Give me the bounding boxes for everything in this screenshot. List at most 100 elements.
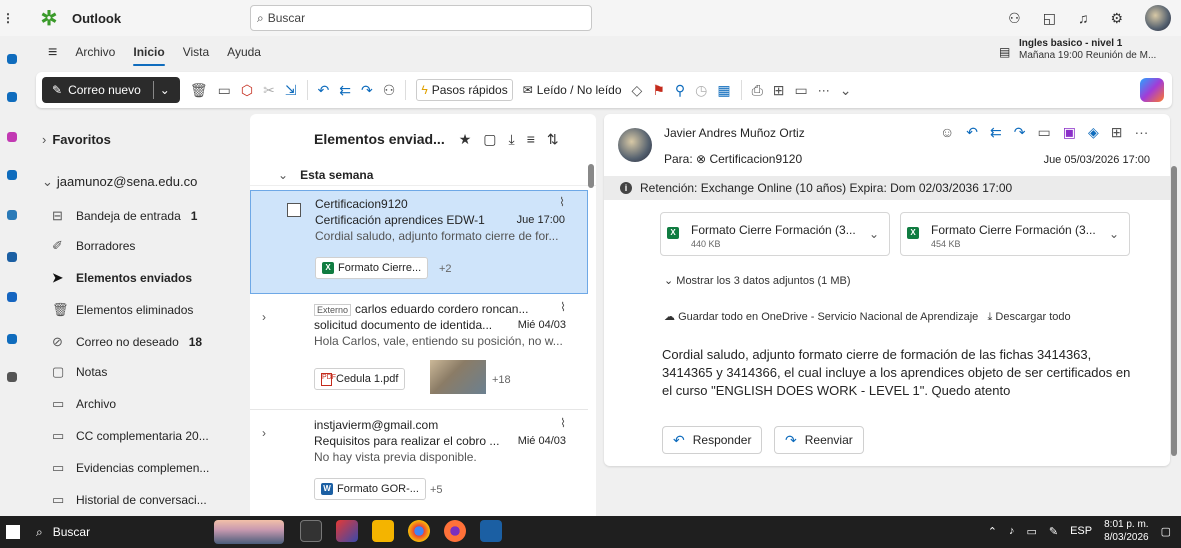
files-app-icon[interactable]	[7, 292, 17, 302]
print-icon[interactable]: ⎙	[752, 82, 763, 99]
reply-all-icon[interactable]: ⇇	[990, 124, 1002, 141]
folder-archive[interactable]: ▭ Archivo	[52, 390, 238, 418]
rules-icon[interactable]: ▦	[717, 82, 730, 99]
org-app-icon[interactable]	[7, 334, 17, 344]
loop-icon[interactable]: ◈	[1088, 124, 1099, 141]
bell-icon[interactable]: ♫	[1078, 10, 1089, 26]
notifications-icon[interactable]: ▢	[1161, 525, 1171, 538]
report-icon[interactable]: ⬡	[241, 82, 253, 99]
volume-icon[interactable]: ♪	[1009, 525, 1015, 537]
chevron-down-icon[interactable]: ⌄	[160, 83, 170, 97]
forward-icon[interactable]: ↷	[1014, 124, 1026, 141]
task-view-icon[interactable]	[300, 520, 322, 542]
account-header[interactable]: ⌄ jaamunoz@sena.edu.co	[42, 174, 197, 190]
taskbar-search[interactable]: ⌕ Buscar	[36, 520, 286, 544]
todo-app-icon[interactable]	[7, 170, 17, 180]
more-options-icon[interactable]: ···	[1134, 124, 1148, 141]
list-item[interactable]: Certificacion9120 ⌇ Certificación aprend…	[250, 190, 588, 294]
hamburger-icon[interactable]: ≡	[48, 44, 57, 62]
group-header[interactable]: ⌄ Esta semana	[250, 164, 596, 186]
move-icon[interactable]: ⇲	[285, 82, 297, 99]
save-onedrive-link[interactable]: Guardar todo en OneDrive - Servicio Naci…	[678, 311, 978, 323]
delete-icon[interactable]: 🗑	[190, 82, 208, 99]
chevron-right-icon[interactable]: ›	[262, 310, 266, 324]
reading-scrollbar[interactable]	[1171, 166, 1177, 456]
onenote-icon[interactable]: ▣	[1063, 124, 1076, 141]
language-indicator[interactable]: ESP	[1070, 525, 1092, 537]
onedrive-app-icon[interactable]	[7, 210, 17, 220]
reply-all-icon[interactable]: ⇇	[339, 82, 351, 99]
folder-sent[interactable]: ➤ Elementos enviados	[52, 264, 238, 292]
chevron-down-icon[interactable]: ⌄	[869, 227, 879, 241]
snooze-icon[interactable]: ◷	[695, 82, 707, 99]
folder-evidencias[interactable]: ▭ Evidencias complemen...	[52, 454, 238, 482]
reply-icon[interactable]: ↶	[318, 82, 330, 99]
attachment-chip[interactable]: PDF Cedula 1.pdf	[314, 368, 406, 390]
more-attachments[interactable]: +2	[439, 263, 452, 275]
star-icon[interactable]: ★	[459, 131, 472, 148]
windows-start-icon[interactable]	[6, 525, 20, 539]
pin-icon[interactable]: ⚲	[675, 82, 685, 99]
folder-notes[interactable]: ▢ Notas	[52, 358, 238, 386]
new-mail-button[interactable]: ✎ Correo nuevo ⌄	[42, 77, 180, 103]
tag-icon[interactable]: ◇	[632, 82, 643, 99]
forward-icon[interactable]: ↷	[361, 82, 373, 99]
folder-cc[interactable]: ▭ CC complementaria 20...	[52, 422, 238, 450]
flag-icon[interactable]: ⚑	[652, 82, 665, 99]
tab-inicio[interactable]: Inicio	[133, 45, 166, 66]
more-attachments[interactable]: +5	[430, 484, 443, 496]
archive-icon[interactable]: ▭	[218, 82, 231, 99]
tab-vista[interactable]: Vista	[183, 45, 209, 61]
copilot-icon[interactable]	[1140, 78, 1164, 102]
firefox-icon[interactable]	[444, 520, 466, 542]
chevron-down-icon[interactable]: ⌄	[1109, 227, 1119, 241]
read-unread-button[interactable]: ✉ Leído / No leído	[523, 83, 622, 97]
chevron-up-icon[interactable]: ⌃	[988, 525, 997, 538]
profile-avatar[interactable]	[1145, 5, 1171, 31]
battery-icon[interactable]: ▭	[1026, 525, 1036, 538]
collapse-icon[interactable]: ⌄	[840, 82, 852, 99]
forward-button[interactable]: ↷ Reenviar	[774, 426, 864, 454]
pen-icon[interactable]: ✎	[1049, 525, 1058, 538]
select-checkbox[interactable]	[287, 203, 301, 217]
search-input[interactable]: ⌕ Buscar	[250, 5, 592, 31]
people-app-icon[interactable]	[7, 132, 17, 142]
chrome-icon[interactable]	[408, 520, 430, 542]
more-attachments[interactable]: +18	[492, 374, 511, 386]
attachment-chip[interactable]: W Formato GOR-...	[314, 478, 426, 500]
immersive-icon[interactable]: ▭	[795, 82, 808, 99]
meeting-reminder[interactable]: ▤ Ingles basico - nivel 1 Mañana 19:00 R…	[999, 38, 1171, 62]
sender-avatar[interactable]	[618, 128, 652, 162]
tab-ayuda[interactable]: Ayuda	[227, 45, 261, 61]
favorites-header[interactable]: › Favoritos	[42, 132, 111, 147]
gear-icon[interactable]: ⚙	[1110, 10, 1123, 27]
show-attachments-link[interactable]: ⌄ Mostrar los 3 datos adjuntos (1 MB)	[664, 274, 851, 287]
select-icon[interactable]: ▢	[483, 131, 496, 148]
more-options-button[interactable]: ···	[818, 83, 830, 97]
sort-icon[interactable]: ⇅	[547, 131, 559, 148]
feedback-icon[interactable]: ◱	[1043, 10, 1056, 27]
sweep-icon[interactable]: ✂	[263, 82, 275, 99]
mail-app-icon[interactable]	[7, 54, 17, 64]
quick-steps-button[interactable]: ϟ Pasos rápidos	[416, 79, 513, 101]
filter-icon[interactable]: ≡	[527, 131, 535, 148]
reply-icon[interactable]: ↶	[966, 124, 978, 141]
image-thumbnail[interactable]	[430, 360, 486, 394]
sender-name[interactable]: Javier Andres Muñoz Ortiz	[664, 126, 805, 140]
tab-archivo[interactable]: Archivo	[75, 45, 115, 61]
recipient-name[interactable]: Certificacion9120	[709, 152, 802, 166]
teams-share-icon[interactable]: ▭	[1038, 124, 1051, 141]
file-explorer-icon[interactable]	[372, 520, 394, 542]
reply-button[interactable]: ↶ Responder	[662, 426, 763, 454]
scrollbar-thumb[interactable]	[588, 164, 594, 188]
list-item[interactable]: › instjavierm@gmail.com ⌇ Requisitos par…	[250, 412, 588, 516]
teams-icon[interactable]: ⚇	[1008, 10, 1021, 27]
apps-icon[interactable]: ⊞	[1111, 124, 1123, 141]
app-icon[interactable]	[336, 520, 358, 542]
apps-icon[interactable]: ⊞	[773, 82, 785, 99]
clock[interactable]: 8:01 p. m. 8/03/2026	[1104, 518, 1149, 544]
folder-drafts[interactable]: ✐ Borradores	[52, 232, 238, 260]
more-apps-icon[interactable]	[7, 372, 17, 382]
emoji-icon[interactable]: ☺	[940, 124, 954, 141]
folder-historial[interactable]: ▭ Historial de conversaci...	[52, 486, 238, 514]
